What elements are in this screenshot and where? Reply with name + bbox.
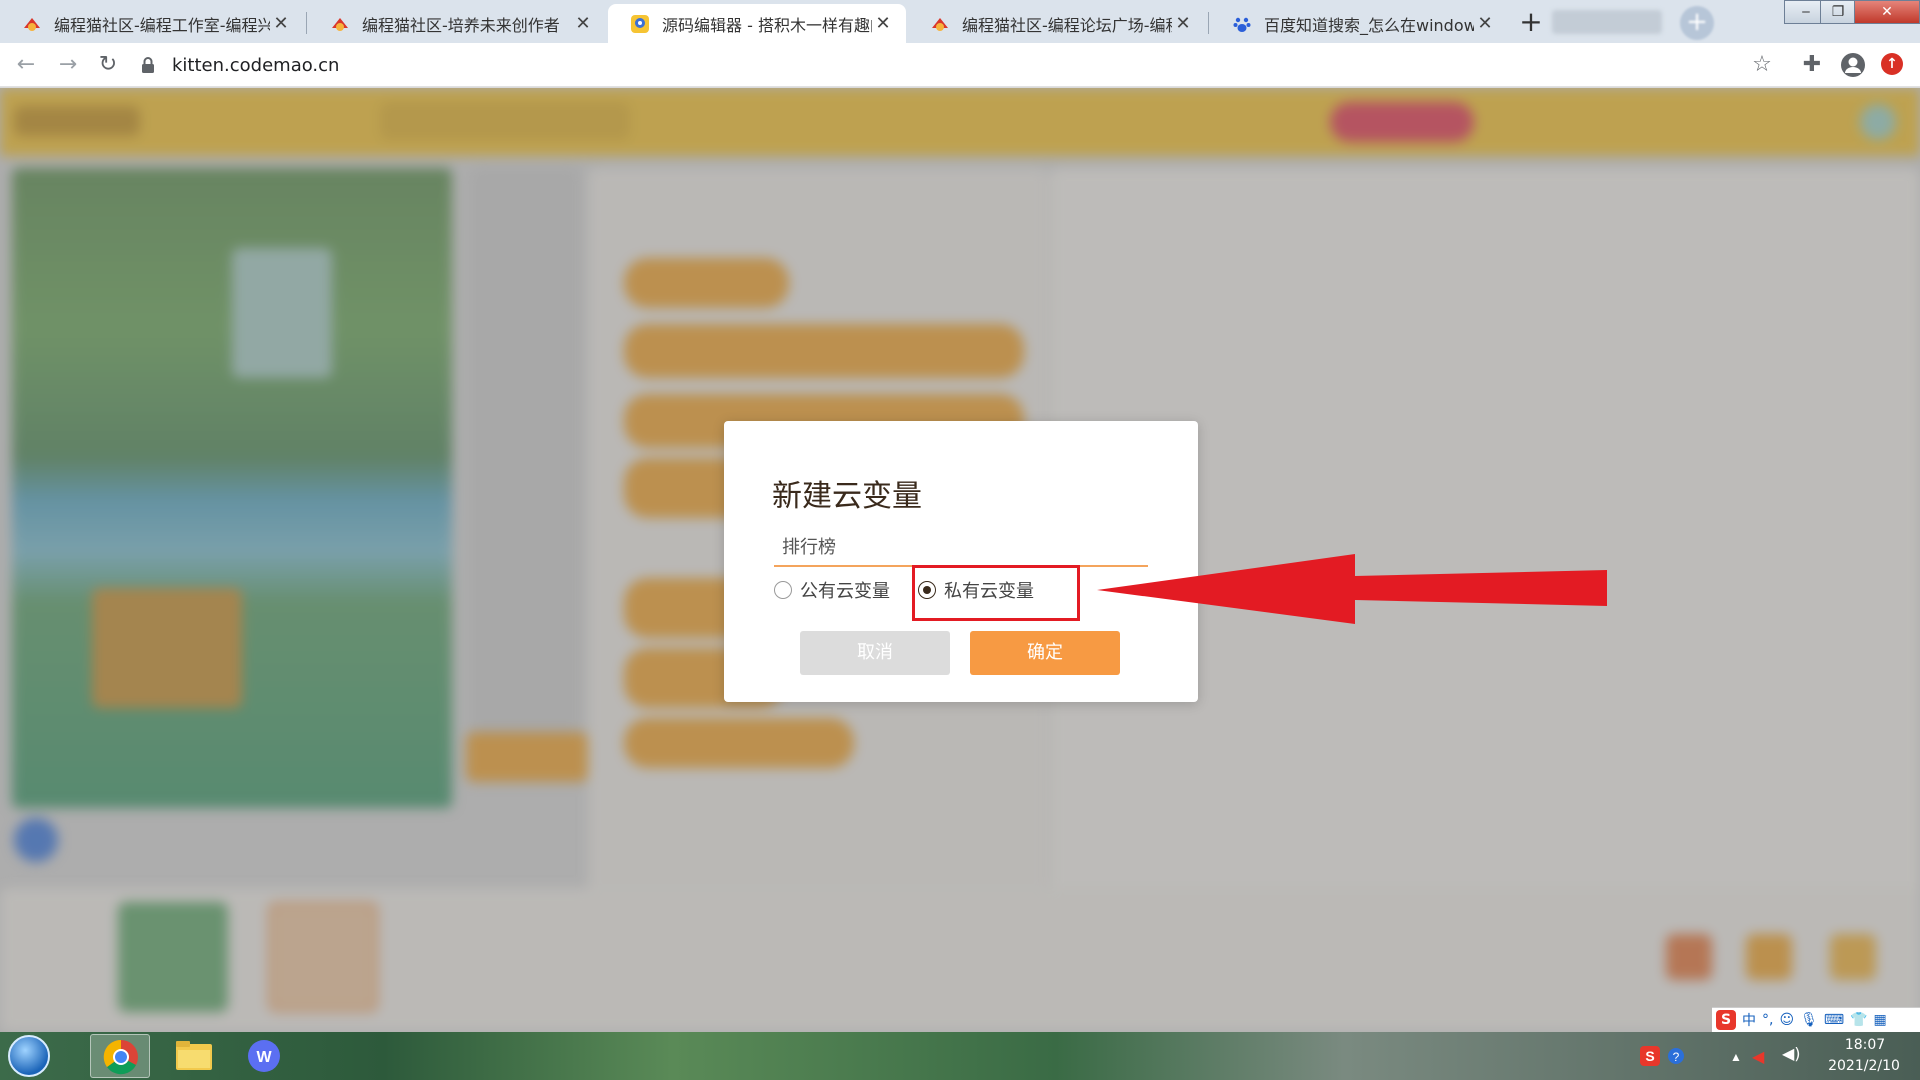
skin-icon[interactable]: 👕 [1850, 1012, 1867, 1028]
taskbar-explorer-button[interactable] [164, 1034, 224, 1078]
public-radio-button[interactable] [774, 581, 792, 599]
kitten-editor-favicon-icon [631, 14, 649, 33]
annotation-highlight-box [912, 565, 1080, 621]
windows-taskbar: W S ? ▲ ◀ ◀) 18:07 2021/2/10 [0, 1032, 1920, 1080]
url-text: kitten.codemao.cn [172, 54, 340, 76]
tab-close-icon[interactable]: ✕ [572, 13, 594, 34]
system-tray-icons[interactable]: S ? ▲ ◀ [1640, 1040, 1770, 1072]
cancel-button[interactable]: 取消 [800, 631, 950, 675]
sogou-ime-icon[interactable]: S [1716, 1010, 1736, 1030]
browser-tab-4[interactable]: 编程猫社区-编程论坛广场-编程学 ✕ [908, 4, 1206, 43]
codemao-favicon-icon [24, 17, 40, 31]
dialog-title: 新建云变量 [772, 479, 922, 514]
taskbar-wps-button[interactable]: W [234, 1034, 294, 1078]
svg-text:◀: ◀ [1752, 1047, 1765, 1066]
tab-close-icon[interactable]: ✕ [872, 13, 894, 34]
extension-update-icon[interactable]: ↑ [1881, 53, 1903, 75]
clock-date[interactable]: 2021/2/10 [1812, 1058, 1916, 1074]
close-window-button[interactable]: ✕ [1854, 0, 1920, 24]
new-tab-button[interactable]: + [1514, 6, 1548, 40]
browser-toolbar: ← → ↻ kitten.codemao.cn ☆ ✚ [0, 43, 1920, 87]
variable-name-input[interactable] [774, 527, 1148, 567]
start-windows-icon[interactable] [8, 1035, 50, 1077]
chrome-icon [103, 1039, 138, 1075]
browser-tab-strip: 编程猫社区-编程工作室-编程兴趣 ✕ 编程猫社区-培养未来创作者 ✕ 源码编辑器… [0, 0, 1920, 43]
browser-tab-1[interactable]: 编程猫社区-编程工作室-编程兴趣 ✕ [0, 4, 304, 43]
keyboard-icon[interactable]: ⌨ [1824, 1012, 1844, 1028]
tab-title: 编程猫社区-编程工作室-编程兴趣 [54, 15, 270, 35]
public-cloud-variable-option[interactable]: 公有云变量 [774, 577, 890, 603]
back-arrow-icon[interactable]: ← [10, 49, 42, 81]
codemao-favicon-icon [932, 17, 948, 31]
tab-title: 百度知道搜索_怎么在windows电 [1264, 15, 1474, 35]
volume-icon[interactable]: ◀) [1782, 1044, 1801, 1066]
blurred-plus-icon: + [1680, 6, 1714, 40]
codemao-favicon-icon [332, 17, 348, 31]
ime-language-bar: S 中 °, ☺ 🎙 ⌨ 👕 ▦ [1712, 1007, 1920, 1032]
taskbar-chrome-button[interactable] [90, 1034, 150, 1078]
profile-avatar-icon[interactable] [1840, 52, 1866, 78]
baidu-paw-favicon-icon [1233, 17, 1251, 32]
public-option-label: 公有云变量 [800, 581, 890, 602]
emoji-icon[interactable]: ☺ [1779, 1012, 1794, 1028]
toolbox-icon[interactable]: ▦ [1874, 1012, 1887, 1028]
address-bar[interactable]: kitten.codemao.cn [140, 49, 1760, 81]
folder-icon [176, 1041, 212, 1070]
tab-title: 编程猫社区-编程论坛广场-编程学 [962, 15, 1172, 35]
browser-tab-2[interactable]: 编程猫社区-培养未来创作者 ✕ [308, 4, 606, 43]
wps-icon: W [248, 1040, 280, 1072]
browser-tab-5[interactable]: 百度知道搜索_怎么在windows电 ✕ [1210, 4, 1508, 43]
annotation-arrow-icon [1097, 554, 1607, 624]
forward-arrow-icon[interactable]: → [52, 49, 84, 81]
reload-icon[interactable]: ↻ [92, 49, 124, 81]
tab-title: 源码编辑器 - 搭积木一样有趣的编 [662, 15, 872, 35]
punctuation-icon[interactable]: °, [1762, 1012, 1773, 1028]
confirm-button[interactable]: 确定 [970, 631, 1120, 675]
svg-text:S: S [1645, 1048, 1654, 1064]
tab-close-icon[interactable]: ✕ [270, 13, 292, 34]
microphone-icon[interactable]: 🎙 [1800, 1012, 1818, 1028]
lock-icon [142, 57, 154, 73]
maximize-window-button[interactable]: ❐ [1820, 0, 1856, 24]
tab-close-icon[interactable]: ✕ [1172, 13, 1194, 34]
tab-title: 编程猫社区-培养未来创作者 [362, 15, 560, 35]
svg-text:?: ? [1673, 1050, 1680, 1064]
blurred-tab-placeholder [1552, 10, 1662, 34]
tab-close-icon[interactable]: ✕ [1474, 13, 1496, 34]
svg-text:W: W [256, 1049, 272, 1066]
svg-text:▲: ▲ [1730, 1050, 1742, 1064]
bookmark-star-icon[interactable]: ☆ [1749, 52, 1775, 78]
tab-separator [306, 12, 307, 34]
ime-mode-label[interactable]: 中 [1742, 1010, 1756, 1030]
tab-separator [1208, 12, 1209, 34]
clock-time[interactable]: 18:07 [1820, 1037, 1910, 1053]
extensions-puzzle-icon[interactable]: ✚ [1799, 52, 1825, 78]
browser-tab-3[interactable]: 源码编辑器 - 搭积木一样有趣的编 ✕ [608, 4, 906, 43]
